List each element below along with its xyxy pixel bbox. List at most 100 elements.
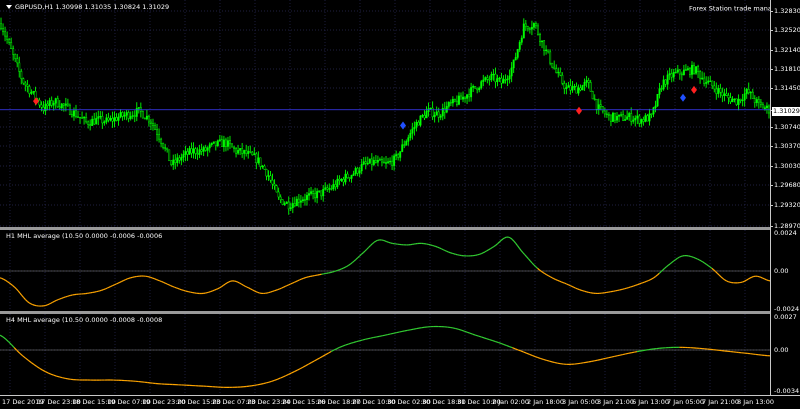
candle-body — [8, 40, 9, 43]
candle-body — [397, 155, 398, 158]
candle-body — [314, 193, 315, 197]
oscillator-line — [0, 327, 770, 388]
candle-body — [160, 139, 161, 143]
candle-body — [310, 192, 311, 194]
oscillator-segment — [349, 264, 351, 265]
oscillator-segment — [371, 337, 374, 338]
oscillator-segment — [570, 286, 572, 287]
candle-body — [144, 118, 145, 119]
candle-body — [418, 122, 419, 125]
oscillator-segment — [514, 241, 516, 243]
oscillator-segment — [656, 275, 658, 276]
oscillator-segment — [382, 335, 385, 336]
oscillator-segment — [659, 272, 661, 274]
oscillator-segment — [534, 265, 536, 267]
candle-body — [89, 125, 90, 126]
oscillator-segment — [643, 282, 645, 283]
candle-body — [337, 179, 338, 187]
sell-signal-marker — [691, 86, 697, 94]
candle-body — [553, 67, 554, 69]
time-axis-label: 3 Jan 21:00 — [597, 398, 634, 406]
candle-body — [673, 72, 674, 77]
oscillator-segment — [538, 358, 541, 359]
oscillator-segment — [519, 248, 521, 250]
oscillator-segment — [487, 339, 490, 340]
price-chart-svg[interactable] — [0, 0, 770, 229]
candle-body — [541, 41, 542, 42]
candle-body — [292, 203, 293, 207]
time-axis-label: 6 Jan 13:00 — [632, 398, 669, 406]
candle-body — [189, 148, 190, 154]
price-axis-tick — [770, 166, 773, 167]
oscillator-segment — [62, 298, 64, 299]
candle-body — [96, 118, 97, 124]
candle-body — [707, 81, 708, 82]
oscillator-segment — [53, 301, 55, 302]
indicator2-pane[interactable]: H4 MHL average (10.50 0.0000 -0.0008 -0.… — [0, 314, 770, 395]
oscillator-segment — [171, 286, 173, 287]
oscillator-segment — [216, 289, 218, 290]
oscillator-segment — [544, 359, 547, 360]
candle-body — [501, 78, 502, 83]
candle-body — [205, 148, 206, 151]
candle-body — [693, 65, 694, 73]
oscillator-segment — [34, 365, 37, 367]
indicator-axis-label: -0.0024 — [774, 305, 799, 313]
oscillator-segment — [413, 329, 416, 330]
candle-body — [657, 94, 658, 106]
candle-body — [458, 96, 459, 104]
candle-body — [65, 104, 66, 105]
candle-body — [53, 103, 54, 105]
candle-body — [268, 176, 269, 177]
indicator1-svg — [0, 230, 770, 312]
indicator1-pane[interactable]: H1 MHL average (10.50 0.0000 -0.0006 -0.… — [0, 230, 770, 312]
oscillator-segment — [269, 292, 271, 293]
oscillator-segment — [114, 284, 116, 285]
candle-body — [588, 80, 589, 82]
oscillator-segment — [547, 275, 549, 276]
candle-body — [219, 140, 220, 141]
oscillator-segment — [626, 353, 629, 354]
price-axis-tick — [770, 226, 773, 227]
price-axis[interactable] — [770, 0, 800, 395]
candle-body — [221, 140, 222, 147]
price-chart-pane[interactable]: GBPUSD,H1 1.30998 1.31035 1.30824 1.3102… — [0, 0, 770, 229]
candle-body — [29, 86, 30, 93]
oscillator-segment — [354, 342, 357, 343]
time-axis[interactable]: 17 Dec 201917 Dec 23:0018 Dec 15:0019 De… — [0, 395, 800, 409]
candle-body — [294, 203, 295, 205]
candle-body — [211, 143, 212, 145]
candle-body — [539, 34, 540, 42]
candle-body — [225, 140, 226, 147]
candle-body — [118, 117, 119, 121]
oscillator-segment — [297, 369, 300, 370]
oscillator-segment — [256, 292, 258, 293]
oscillator-segment — [374, 337, 377, 338]
candle-body — [545, 50, 546, 51]
candle-body — [57, 99, 58, 107]
candle-body — [12, 49, 13, 55]
oscillator-segment — [54, 375, 57, 376]
candle-body — [122, 112, 123, 116]
oscillator-segment — [478, 254, 480, 255]
candle-body — [243, 150, 244, 153]
candle-body — [760, 102, 761, 104]
oscillator-segment — [125, 279, 127, 280]
oscillator-segment — [317, 358, 320, 360]
oscillator-segment — [527, 353, 530, 354]
candle-body — [195, 149, 196, 154]
candle-body — [27, 85, 28, 87]
oscillator-segment — [263, 383, 266, 384]
oscillator-segment — [300, 279, 302, 280]
oscillator-segment — [510, 238, 512, 239]
oscillator-segment — [518, 246, 520, 248]
candle-body — [736, 99, 737, 105]
oscillator-segment — [640, 351, 643, 352]
oscillator-segment — [536, 267, 538, 269]
oscillator-segment — [311, 361, 314, 363]
oscillator-segment — [360, 340, 363, 341]
oscillator-segment — [365, 249, 367, 251]
candle-body — [373, 160, 374, 164]
candle-body — [223, 140, 224, 147]
price-axis-label: 1.30740 — [774, 123, 800, 131]
